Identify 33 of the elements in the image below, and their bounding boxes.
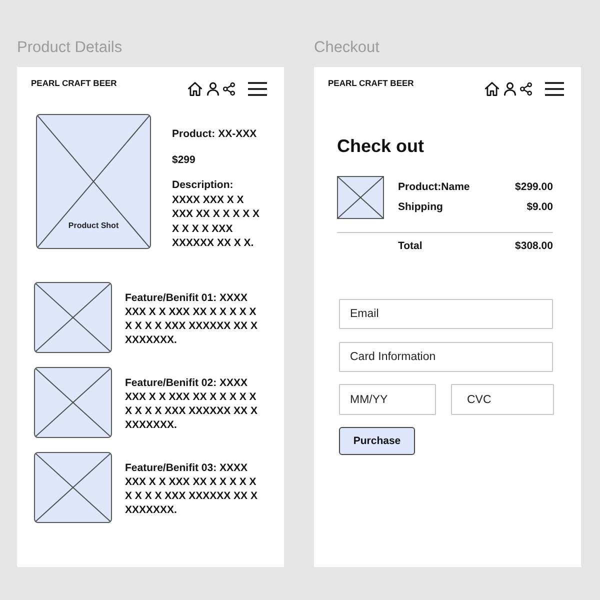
image-caption: Product Shot: [68, 221, 119, 231]
feature-text: Feature/Benifit 02: XXXX XXX X X XXX XX X X X X X X X X X XXX XXXXXX XX X XXXXXXX.: [125, 376, 258, 432]
share-icon[interactable]: [520, 82, 532, 96]
menu-icon[interactable]: [248, 82, 267, 96]
feature-text: Feature/Benifit 03: XXXX XXX X X XXX XX X X X X X X X X X XXX XXXXXX XX X XXXXXXX.: [125, 460, 258, 516]
total-amount: $308.00: [515, 239, 553, 253]
text-field[interactable]: CVC: [451, 384, 554, 415]
line-item-label: Shipping: [398, 200, 443, 214]
text-field[interactable]: Card Information: [339, 342, 553, 372]
menu-icon[interactable]: [545, 82, 564, 96]
brand-name: PEARL CRAFT BEER: [328, 78, 414, 88]
home-icon[interactable]: [188, 82, 202, 96]
text-field[interactable]: MM/YY: [339, 384, 436, 415]
brand-name: PEARL CRAFT BEER: [31, 78, 117, 88]
text-field[interactable]: Email: [339, 299, 553, 329]
person-icon[interactable]: [504, 82, 516, 96]
line-item-amount: $299.00: [515, 180, 553, 194]
description-text: XXXX XXX X X XXX XX X X X X X X X X X XXX XXXXXX XX X X.: [172, 192, 261, 250]
product-name: Product: XX-XXX: [172, 127, 258, 142]
line-item-label: Product:Name: [398, 180, 470, 194]
page-heading: Check out: [337, 135, 424, 157]
description-label: Description:: [172, 178, 234, 192]
artboard-label: Checkout: [314, 38, 380, 58]
artboard-label: Product Details: [17, 38, 122, 58]
share-icon[interactable]: [223, 82, 235, 96]
purchase-button[interactable]: Purchase: [339, 427, 415, 455]
home-icon[interactable]: [485, 82, 499, 96]
line-item-amount: $9.00: [526, 200, 553, 214]
image-placeholder: [337, 176, 384, 219]
person-icon[interactable]: [207, 82, 219, 96]
total-label: Total: [398, 239, 422, 253]
product-price: $299: [172, 152, 196, 167]
feature-text: Feature/Benifit 01: XXXX XXX X X XXX XX X X X X X X X X X XXX XXXXXX XX X XXXXXXX.: [125, 290, 258, 346]
